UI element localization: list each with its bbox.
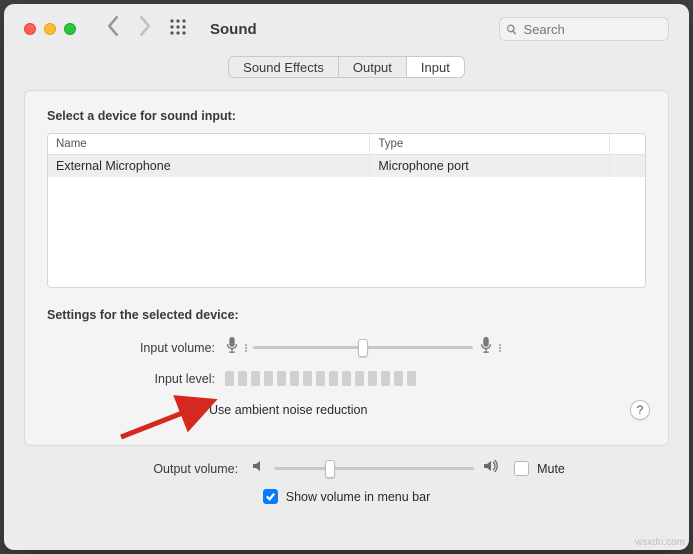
- input-level-row: Input level:: [47, 371, 646, 386]
- show-all-button[interactable]: [170, 19, 186, 40]
- mute-label: Mute: [537, 462, 565, 476]
- device-type: Microphone port: [370, 155, 609, 177]
- level-bar: [394, 371, 403, 386]
- tab-sound-effects[interactable]: Sound Effects: [228, 56, 339, 78]
- nav-buttons: [106, 16, 186, 42]
- table-header: Name Type: [48, 134, 645, 155]
- settings-label: Settings for the selected device:: [47, 308, 646, 322]
- titlebar: Sound: [4, 4, 689, 54]
- mic-low-dots: [245, 344, 247, 352]
- input-level-label: Input level:: [47, 372, 225, 386]
- speaker-low-icon: [250, 458, 266, 479]
- minimize-icon[interactable]: [44, 23, 56, 35]
- input-panel: Select a device for sound input: Name Ty…: [24, 90, 669, 446]
- level-bar: [355, 371, 364, 386]
- ambient-noise-label: Use ambient noise reduction: [209, 403, 367, 417]
- tab-input[interactable]: Input: [407, 56, 465, 78]
- level-bar: [329, 371, 338, 386]
- back-button[interactable]: [106, 16, 120, 42]
- level-bar: [303, 371, 312, 386]
- level-bar: [264, 371, 273, 386]
- speaker-high-icon: [482, 458, 498, 479]
- input-volume-slider[interactable]: [253, 340, 473, 356]
- search-icon: [506, 23, 518, 36]
- bottom-section: Output volume: Mute Show volume in: [24, 446, 669, 504]
- watermark: wsxdn.com: [635, 537, 685, 548]
- level-bar: [238, 371, 247, 386]
- show-volume-menubar-checkbox[interactable]: [263, 489, 278, 504]
- level-bar: [316, 371, 325, 386]
- level-bar: [290, 371, 299, 386]
- tab-output[interactable]: Output: [339, 56, 407, 78]
- zoom-icon[interactable]: [64, 23, 76, 35]
- level-bar: [225, 371, 234, 386]
- show-volume-menubar-label: Show volume in menu bar: [286, 490, 431, 504]
- menubar-row: Show volume in menu bar: [263, 489, 431, 504]
- forward-button[interactable]: [138, 16, 152, 42]
- close-icon[interactable]: [24, 23, 36, 35]
- level-bar: [368, 371, 377, 386]
- search-field[interactable]: [499, 17, 669, 41]
- level-bar: [407, 371, 416, 386]
- tabs: Sound Effects Output Input: [228, 56, 465, 78]
- mute-checkbox[interactable]: [514, 461, 529, 476]
- output-volume-slider[interactable]: [274, 461, 474, 477]
- sound-prefs-window: Sound Sound Effects Output Input Select …: [4, 4, 689, 550]
- ambient-noise-checkbox[interactable]: [186, 402, 201, 417]
- window-title: Sound: [210, 21, 257, 38]
- level-bar: [342, 371, 351, 386]
- input-volume-row: Input volume:: [47, 336, 646, 359]
- traffic-lights: [24, 23, 76, 35]
- search-input[interactable]: [524, 22, 662, 37]
- col-name-header[interactable]: Name: [48, 134, 370, 154]
- table-row[interactable]: External Microphone Microphone port: [48, 155, 645, 177]
- input-level-meter: [225, 371, 416, 386]
- device-name: External Microphone: [48, 155, 370, 177]
- input-volume-label: Input volume:: [47, 341, 225, 355]
- content: Sound Effects Output Input Select a devi…: [4, 54, 689, 550]
- mic-high-dots: [499, 344, 501, 352]
- level-bar: [251, 371, 260, 386]
- help-button[interactable]: ?: [630, 400, 650, 420]
- level-bar: [277, 371, 286, 386]
- output-volume-row: Output volume: Mute: [128, 458, 565, 479]
- table-body: External Microphone Microphone port: [48, 155, 645, 287]
- mic-high-icon: [479, 336, 493, 359]
- level-bar: [381, 371, 390, 386]
- device-select-label: Select a device for sound input:: [47, 109, 646, 123]
- ambient-row: Use ambient noise reduction ?: [47, 402, 646, 417]
- device-table: Name Type External Microphone Microphone…: [47, 133, 646, 288]
- col-type-header[interactable]: Type: [370, 134, 609, 154]
- output-volume-label: Output volume:: [128, 462, 238, 476]
- mic-low-icon: [225, 336, 239, 359]
